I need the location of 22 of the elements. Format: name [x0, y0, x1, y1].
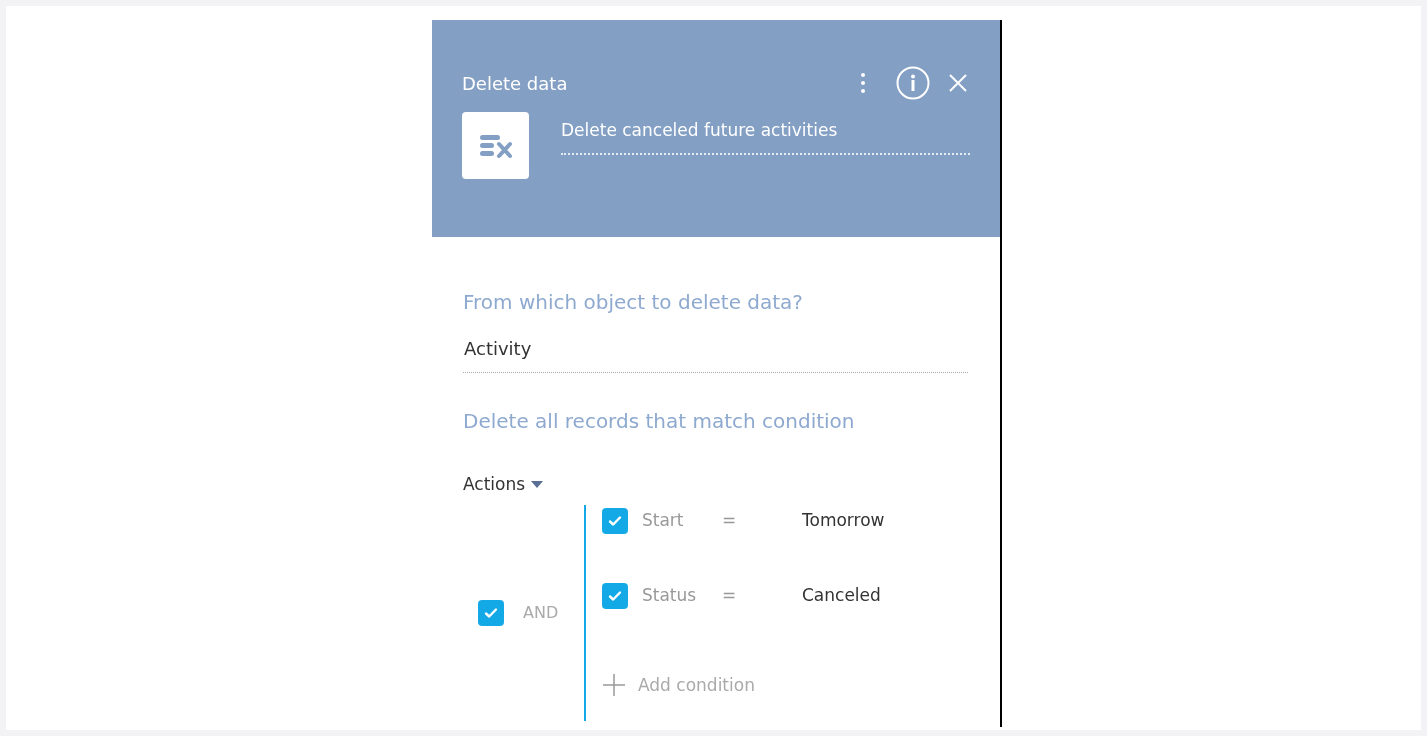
plus-icon [602, 673, 626, 698]
dialog-title: Delete data [462, 71, 569, 96]
group-operator[interactable]: AND [523, 600, 559, 625]
checkbox[interactable] [602, 582, 628, 609]
process-name-field[interactable]: Delete canceled future activities [561, 112, 970, 155]
info-icon[interactable] [896, 66, 930, 100]
more-icon[interactable] [860, 72, 866, 94]
close-icon[interactable] [948, 73, 968, 93]
condition-value[interactable]: Canceled [802, 582, 881, 609]
object-field[interactable]: Activity [463, 333, 968, 373]
checkbox[interactable] [602, 507, 628, 534]
caret-icon [531, 481, 544, 489]
condition-operator[interactable]: = [722, 582, 802, 609]
condition-column[interactable]: Start [642, 507, 722, 534]
add-condition-button[interactable]: Add condition [602, 672, 885, 698]
condition-column[interactable]: Status [642, 582, 722, 609]
condition-operator[interactable]: = [722, 507, 802, 534]
actions-menu[interactable]: Actions [463, 472, 544, 498]
checkbox[interactable] [478, 599, 504, 626]
section-label: From which object to delete data? [463, 289, 804, 316]
section-label: Delete all records that match condition [463, 408, 856, 435]
condition-value[interactable]: Tomorrow [802, 507, 885, 534]
